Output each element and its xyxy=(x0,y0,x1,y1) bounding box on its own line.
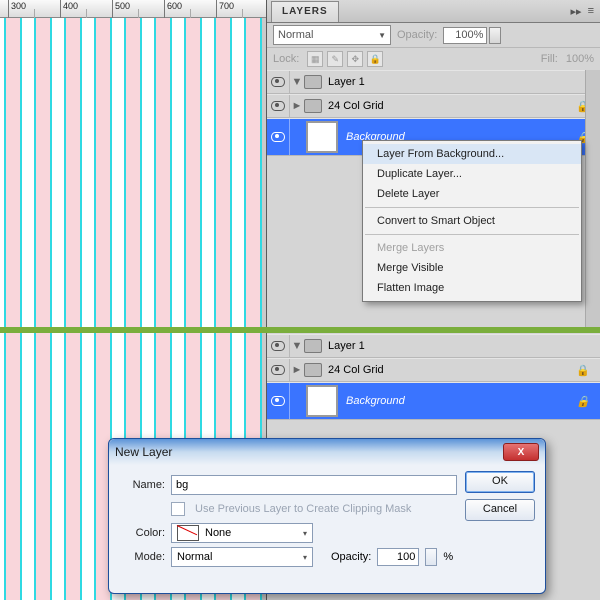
layer-row[interactable]: ▼ Layer 1 xyxy=(267,70,600,94)
percent-label: % xyxy=(443,551,453,563)
lock-label: Lock: xyxy=(273,53,299,65)
layer-name[interactable]: Layer 1 xyxy=(328,340,600,352)
layer-row[interactable]: ►24 Col Grid🔒 xyxy=(267,94,600,118)
dialog-opacity-label: Opacity: xyxy=(331,551,371,563)
ruler-mark: 400 xyxy=(63,1,78,11)
menu-item[interactable]: Layer From Background... xyxy=(363,144,581,164)
dialog-titlebar[interactable]: New Layer X xyxy=(109,439,545,465)
dialog-opacity-input[interactable]: 100 xyxy=(377,548,419,566)
lock-icon: 🔒 xyxy=(576,395,590,408)
eye-icon xyxy=(271,77,285,87)
panel-tabbar: LAYERS ▸▸ ≡ xyxy=(267,0,600,23)
blend-mode-value: Normal xyxy=(278,29,313,41)
layer-row[interactable]: ► 24 Col Grid🔒 xyxy=(267,358,600,382)
ruler-mark: 300 xyxy=(11,1,26,11)
eye-icon xyxy=(271,365,285,375)
menu-item[interactable]: Flatten Image xyxy=(363,278,581,298)
folder-icon xyxy=(304,75,322,89)
dialog-title: New Layer xyxy=(115,445,172,459)
menu-item: Merge Layers xyxy=(363,238,581,258)
folder-icon xyxy=(304,363,322,377)
disclosure-icon[interactable]: ► xyxy=(290,100,304,112)
lock-transparency-icon[interactable]: ▦ xyxy=(307,51,323,67)
ok-button[interactable]: OK xyxy=(465,471,535,493)
eye-icon xyxy=(271,341,285,351)
panel-menu-icon[interactable]: ≡ xyxy=(588,5,594,18)
blend-mode-select[interactable]: Normal ▼ xyxy=(273,25,391,45)
separator-bar xyxy=(0,327,600,333)
folder-icon xyxy=(304,339,322,353)
mode-label: Mode: xyxy=(119,551,165,563)
chevron-down-icon: ▾ xyxy=(303,553,307,562)
layer-name[interactable]: Background xyxy=(346,395,576,407)
visibility-toggle[interactable] xyxy=(267,383,290,419)
none-swatch-icon xyxy=(177,525,199,541)
visibility-toggle[interactable] xyxy=(267,95,290,117)
layer-thumbnail[interactable] xyxy=(306,385,338,417)
visibility-toggle[interactable] xyxy=(267,359,290,381)
layers-tab[interactable]: LAYERS xyxy=(271,1,339,22)
eye-icon xyxy=(271,101,285,111)
opacity-value[interactable]: 100% xyxy=(443,27,487,44)
close-button[interactable]: X xyxy=(503,443,539,461)
visibility-toggle[interactable] xyxy=(267,71,290,93)
layers-scrollbar[interactable] xyxy=(585,70,600,328)
lock-position-icon[interactable]: ✥ xyxy=(347,51,363,67)
lock-row: Lock: ▦ ✎ ✥ 🔒 Fill: 100% xyxy=(267,48,600,71)
ruler-mark: 600 xyxy=(167,1,182,11)
visibility-toggle[interactable] xyxy=(267,335,290,357)
opacity-flyout-icon[interactable] xyxy=(489,27,501,44)
lock-pixels-icon[interactable]: ✎ xyxy=(327,51,343,67)
visibility-toggle[interactable] xyxy=(267,119,290,155)
menu-item[interactable]: Convert to Smart Object xyxy=(363,211,581,231)
disclosure-icon[interactable]: ▼ xyxy=(290,340,304,352)
blend-options-row: Normal ▼ Opacity: 100% xyxy=(267,23,600,48)
opacity-label: Opacity: xyxy=(397,29,437,41)
layer-name[interactable]: 24 Col Grid xyxy=(328,364,576,376)
layer-context-menu: Layer From Background...Duplicate Layer.… xyxy=(362,140,582,302)
layer-list: ▼Layer 1►24 Col Grid🔒Background🔒 xyxy=(267,334,600,420)
chevron-down-icon: ▾ xyxy=(303,529,307,538)
opacity-flyout-icon[interactable] xyxy=(425,548,437,566)
menu-separator xyxy=(365,207,579,208)
menu-item[interactable]: Delete Layer xyxy=(363,184,581,204)
menu-item[interactable]: Duplicate Layer... xyxy=(363,164,581,184)
name-label: Name: xyxy=(119,479,165,491)
mode-select[interactable]: Normal ▾ xyxy=(171,547,313,567)
lock-icon: 🔒 xyxy=(576,364,590,377)
disclosure-icon[interactable]: ► xyxy=(290,364,304,376)
color-select[interactable]: None ▾ xyxy=(171,523,313,543)
menu-item[interactable]: Merge Visible xyxy=(363,258,581,278)
panel-collapse-icon[interactable]: ▸▸ xyxy=(571,5,582,18)
disclosure-icon[interactable]: ▼ xyxy=(290,76,304,88)
color-value: None xyxy=(205,527,231,539)
fill-label: Fill: xyxy=(541,53,558,65)
clipping-mask-label: Use Previous Layer to Create Clipping Ma… xyxy=(195,503,411,515)
lock-all-icon[interactable]: 🔒 xyxy=(367,51,383,67)
menu-separator xyxy=(365,234,579,235)
folder-icon xyxy=(304,99,322,113)
eye-icon xyxy=(271,132,285,142)
layer-row[interactable]: Background🔒 xyxy=(267,382,600,420)
fill-value[interactable]: 100% xyxy=(566,53,594,65)
layer-row[interactable]: ▼ Layer 1 xyxy=(267,334,600,358)
mode-value: Normal xyxy=(177,551,212,563)
layer-name[interactable]: 24 Col Grid xyxy=(328,100,576,112)
clipping-mask-checkbox xyxy=(171,502,185,516)
eye-icon xyxy=(271,396,285,406)
cancel-button[interactable]: Cancel xyxy=(465,499,535,521)
new-layer-dialog: New Layer X OK Cancel Name: Use Previous… xyxy=(108,438,546,594)
color-label: Color: xyxy=(119,527,165,539)
layer-name-input[interactable] xyxy=(171,475,457,495)
ruler-mark: 500 xyxy=(115,1,130,11)
ruler-mark: 700 xyxy=(219,1,234,11)
layer-thumbnail[interactable] xyxy=(306,121,338,153)
layer-name[interactable]: Layer 1 xyxy=(328,76,600,88)
horizontal-ruler[interactable]: 300 400 500 600 700 xyxy=(0,0,266,18)
chevron-down-icon: ▼ xyxy=(378,31,386,40)
